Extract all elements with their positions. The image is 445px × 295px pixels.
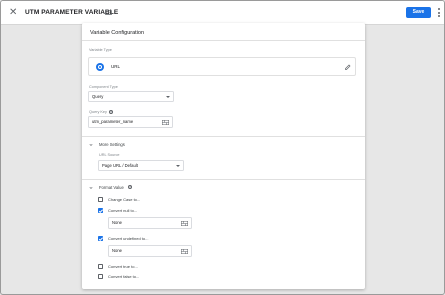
folder-icon[interactable]: [105, 9, 112, 15]
component-type-select[interactable]: Query: [88, 91, 174, 102]
convert-null-checkbox[interactable]: [98, 207, 103, 213]
convert-null-input[interactable]: None: [108, 217, 192, 229]
component-type-value: Query: [92, 94, 104, 99]
divider: [82, 40, 365, 41]
convert-null-label: Convert null to...: [108, 208, 138, 213]
url-source-select[interactable]: Page URL / Default: [98, 160, 184, 171]
query-key-input[interactable]: utm_parameter_name: [88, 116, 173, 128]
divider: [82, 136, 365, 137]
chevron-down-icon: [176, 165, 180, 167]
app-window: ✕ UTM PARAMETER VARIABLE Save Variable C…: [0, 0, 445, 295]
variable-type-selector[interactable]: URL: [88, 57, 356, 76]
format-value-header[interactable]: Format Value: [99, 185, 124, 190]
convert-false-checkbox[interactable]: [98, 273, 103, 279]
convert-undefined-value: None: [112, 248, 123, 253]
convert-undefined-label: Convert undefined to...: [108, 236, 149, 241]
url-source-value: Page URL / Default: [102, 163, 138, 168]
query-key-label: Query Key: [89, 110, 107, 114]
change-case-checkbox[interactable]: [98, 196, 103, 202]
url-icon: [96, 63, 104, 71]
chevron-down-icon[interactable]: [89, 186, 93, 190]
convert-true-label: Convert true to...: [108, 264, 138, 269]
variable-type-value: URL: [111, 64, 121, 69]
query-key-value: utm_parameter_name: [92, 119, 134, 124]
save-button[interactable]: Save: [406, 7, 431, 18]
url-source-label: URL Source: [99, 153, 120, 157]
more-options-icon[interactable]: [437, 7, 440, 18]
help-icon[interactable]: ?: [109, 109, 113, 114]
convert-false-label: Convert false to...: [108, 274, 140, 279]
help-icon[interactable]: ?: [128, 184, 132, 189]
variable-picker-icon[interactable]: [181, 221, 188, 226]
convert-null-value: None: [112, 220, 123, 225]
change-case-label: Change Case to...: [108, 197, 141, 202]
more-settings-header[interactable]: More Settings: [99, 142, 125, 147]
top-bar: ✕ UTM PARAMETER VARIABLE Save: [1, 1, 444, 25]
close-icon[interactable]: ✕: [9, 7, 17, 19]
convert-undefined-input[interactable]: None: [108, 245, 192, 257]
pencil-icon[interactable]: [344, 63, 352, 71]
divider: [82, 179, 365, 180]
variable-picker-icon[interactable]: [181, 249, 188, 254]
convert-true-checkbox[interactable]: [98, 263, 103, 269]
variable-configuration-card: Variable Configuration Variable Type URL…: [82, 23, 365, 289]
variable-type-label: Variable Type: [89, 48, 112, 52]
variable-picker-icon[interactable]: [162, 120, 169, 125]
chevron-down-icon[interactable]: [89, 143, 93, 147]
convert-undefined-checkbox[interactable]: [98, 235, 103, 241]
card-title: Variable Configuration: [90, 30, 145, 36]
chevron-down-icon: [166, 96, 170, 98]
component-type-label: Component Type: [89, 85, 118, 89]
